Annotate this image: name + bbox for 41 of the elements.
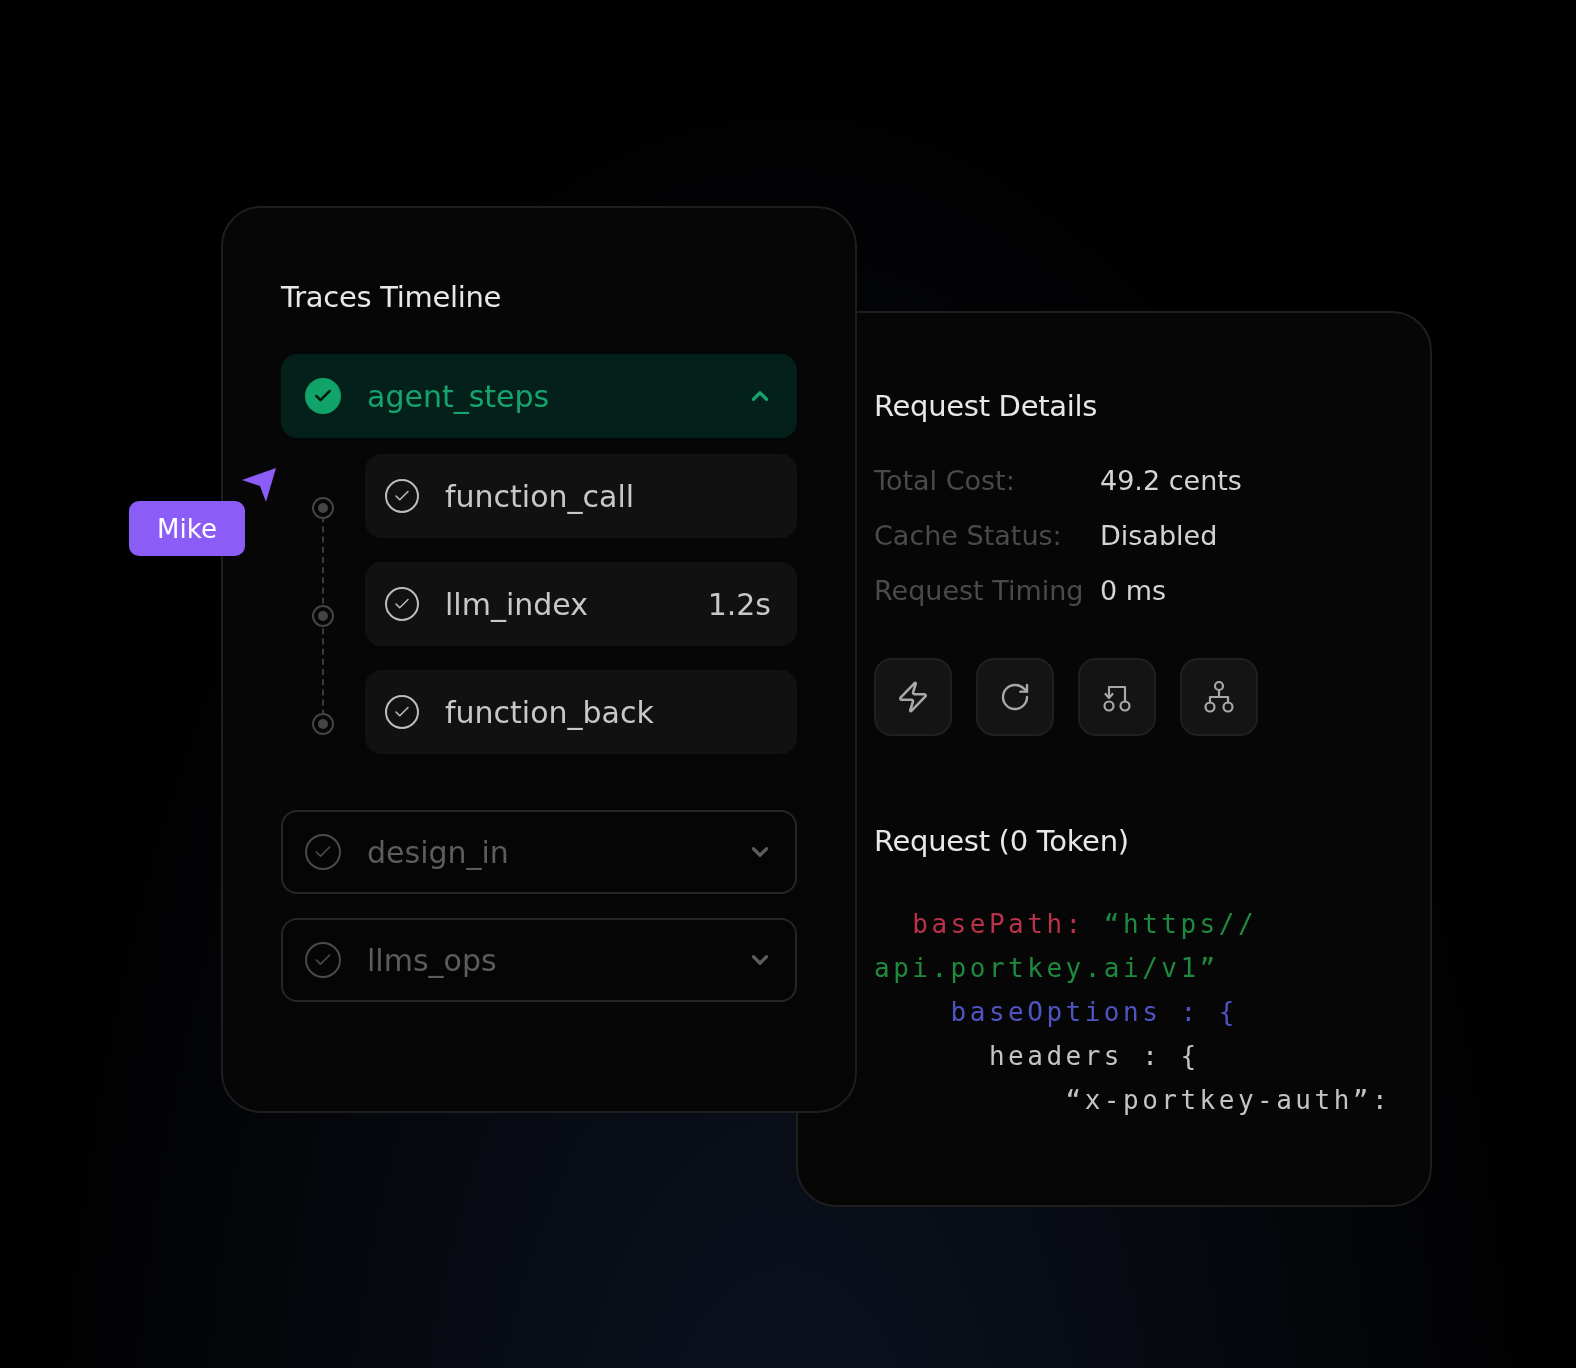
hierarchy-button[interactable] [1180,658,1258,736]
loop-button[interactable] [1078,658,1156,736]
field-label: Total Cost: [874,465,1016,496]
user-tag: Mike [129,501,245,556]
field-value: Disabled [1100,520,1219,551]
lightning-icon [896,680,930,714]
code-line: api.portkey.ai/v1” [874,952,1220,985]
lightning-button[interactable] [874,658,952,736]
trace-name: llms_ops [367,942,498,978]
check-icon [305,942,341,978]
check-icon [305,834,341,870]
code-line: “x-portkey-auth”: [1064,1084,1393,1117]
refresh-button[interactable] [976,658,1054,736]
field-value: 49.2 cents [1100,465,1243,496]
trace-group[interactable]: agent_steps [281,354,797,438]
code-line: baseOptions : { [949,996,1239,1029]
cursor-arrow-icon [242,468,278,504]
step-duration: 1.2s [707,586,771,622]
trace-name: agent_steps [367,378,551,414]
field-value: 0 ms [1100,575,1168,606]
trace-name: design_in [367,834,510,870]
check-icon [385,479,419,513]
step-name: function_call [445,478,636,514]
trace-step[interactable]: function_back [365,670,797,754]
panel-title: Traces Timeline [281,280,503,314]
check-icon [305,378,341,414]
hierarchy-icon [1202,680,1236,714]
trace-step[interactable]: function_call [365,454,797,538]
trace-step[interactable]: llm_index 1.2s [365,562,797,646]
step-name: llm_index [445,586,589,622]
timeline-node [312,605,334,627]
refresh-icon [999,681,1031,713]
check-icon [385,695,419,729]
check-icon [385,587,419,621]
field-label: Cache Status: [874,520,1063,551]
section-title: Request (0 Token) [874,824,1130,858]
code-line: headers : { [987,1040,1201,1073]
step-name: function_back [445,694,655,730]
panel-title: Request Details [874,389,1099,423]
code-line: basePath: “https// [911,908,1259,941]
field-label: Request Timing [874,575,1085,606]
